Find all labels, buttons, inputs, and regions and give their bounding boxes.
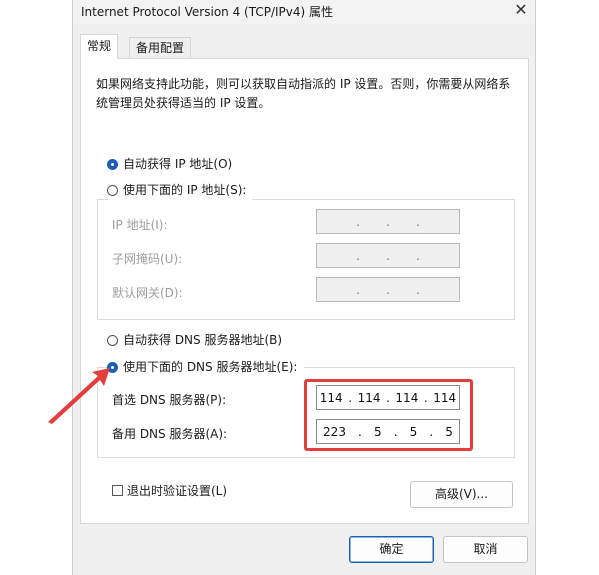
radio-manual-dns-label: 使用下面的 DNS 服务器地址(E): (123, 360, 298, 374)
subnet-mask-input: ... (316, 243, 460, 268)
subnet-mask-label: 子网掩码(U): (112, 252, 183, 266)
ok-button[interactable]: 确定 (349, 536, 434, 563)
radio-auto-dns[interactable]: 自动获得 DNS 服务器地址(B) (107, 331, 282, 349)
radio-manual-ip-indicator (107, 184, 118, 196)
radio-auto-ip-indicator (107, 158, 118, 170)
radio-auto-dns-label: 自动获得 DNS 服务器地址(B) (123, 333, 283, 347)
window-title: Internet Protocol Version 4 (TCP/IPv4) 属… (81, 5, 334, 19)
radio-manual-ip[interactable]: 使用下面的 IP 地址(S): (107, 181, 250, 199)
radio-auto-ip[interactable]: 自动获得 IP 地址(O) (107, 155, 232, 173)
default-gateway-input: ... (316, 277, 460, 302)
title-bar: Internet Protocol Version 4 (TCP/IPv4) 属… (73, 0, 535, 24)
preferred-dns-label: 首选 DNS 服务器(P): (112, 393, 227, 407)
description-text: 如果网络支持此功能，则可以获取自动指派的 IP 设置。否则，你需要从网络系统管理… (96, 77, 511, 110)
validate-on-exit-box (112, 485, 123, 496)
background-left (0, 0, 72, 575)
ip-address-label: IP 地址(I): (112, 218, 168, 232)
pointer-arrow-icon (48, 368, 110, 424)
general-tab-panel: 如果网络支持此功能，则可以获取自动指派的 IP 设置。否则，你需要从网络系统管理… (80, 58, 529, 524)
validate-on-exit-checkbox[interactable]: 退出时验证设置(L) (112, 482, 227, 499)
cancel-button[interactable]: 取消 (443, 536, 528, 563)
alternate-dns-label: 备用 DNS 服务器(A): (112, 427, 228, 441)
radio-auto-ip-label: 自动获得 IP 地址(O) (123, 157, 233, 171)
radio-auto-dns-indicator (107, 334, 118, 346)
tab-general[interactable]: 常规 (80, 34, 119, 59)
advanced-button[interactable]: 高级(V)... (410, 481, 513, 508)
validate-on-exit-label: 退出时验证设置(L) (127, 484, 228, 498)
default-gateway-label: 默认网关(D): (112, 286, 183, 300)
ip-address-input: ... (316, 209, 460, 234)
tab-alternate-configuration[interactable]: 备用配置 (129, 37, 192, 58)
background-right (534, 0, 599, 575)
radio-manual-dns[interactable]: 使用下面的 DNS 服务器地址(E): (107, 358, 301, 376)
close-icon[interactable]: ✕ (511, 0, 531, 20)
dns-highlight-box (304, 379, 473, 451)
radio-manual-ip-label: 使用下面的 IP 地址(S): (123, 183, 247, 197)
ipv4-properties-dialog: Internet Protocol Version 4 (TCP/IPv4) 属… (72, 0, 536, 575)
